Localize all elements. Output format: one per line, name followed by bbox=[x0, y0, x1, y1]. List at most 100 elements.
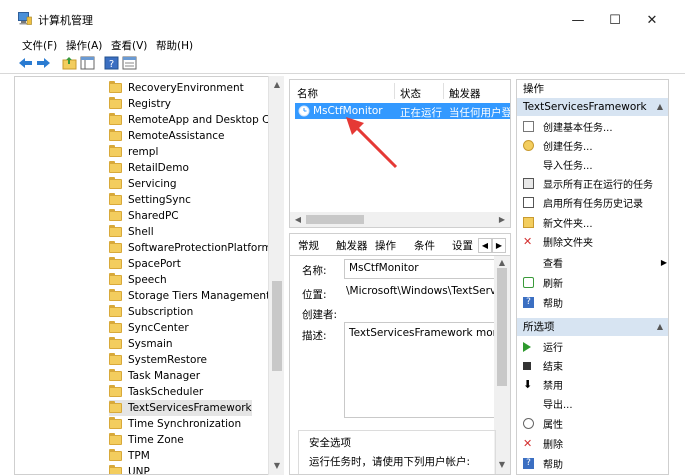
location-label: 位置: bbox=[302, 289, 327, 301]
tab-conditions[interactable]: 条件 bbox=[414, 237, 435, 255]
tab-scroll-right-icon[interactable]: ▶ bbox=[492, 238, 506, 253]
show-hide-tree-icon[interactable] bbox=[80, 56, 95, 70]
tab-actions[interactable]: 操作 bbox=[375, 237, 396, 255]
action-view[interactable]: 查看 ▶ bbox=[523, 254, 667, 271]
menu-view[interactable]: 查看(V) bbox=[111, 38, 147, 53]
tree-item[interactable]: Task Manager bbox=[109, 368, 200, 384]
export-icon bbox=[523, 398, 534, 409]
collapse-icon[interactable]: ▲ bbox=[657, 98, 663, 116]
menu-help[interactable]: 帮助(H) bbox=[156, 38, 193, 53]
properties-icon[interactable] bbox=[122, 56, 137, 70]
tab-divider bbox=[290, 255, 510, 256]
column-header-status[interactable]: 状态 bbox=[400, 86, 421, 101]
tree-item[interactable]: Subscription bbox=[109, 304, 193, 320]
action-delete-folder[interactable]: ✕ 删除文件夹 bbox=[523, 233, 593, 250]
column-separator[interactable] bbox=[443, 83, 444, 99]
tree-item[interactable]: RemoteApp and Desktop Conn bbox=[109, 112, 283, 128]
tree-scrollbar[interactable]: ▲ ▼ bbox=[268, 76, 284, 475]
tree-item[interactable]: Storage Tiers Management bbox=[109, 288, 270, 304]
tree-item[interactable]: Time Zone bbox=[109, 432, 184, 448]
tree-item[interactable]: Shell bbox=[109, 224, 154, 240]
forward-arrow-icon[interactable] bbox=[36, 56, 51, 70]
scroll-thumb[interactable] bbox=[272, 281, 282, 371]
action-label: 帮助 bbox=[543, 299, 563, 310]
toolbar: ? bbox=[0, 53, 685, 74]
action-create-task[interactable]: 创建任务... bbox=[523, 137, 593, 154]
action-run[interactable]: 运行 bbox=[523, 338, 563, 355]
tree-item-selected[interactable]: TextServicesFramework bbox=[109, 400, 252, 416]
tab-triggers[interactable]: 触发器 bbox=[336, 237, 368, 255]
action-end[interactable]: 结束 bbox=[523, 357, 563, 374]
action-new-folder[interactable]: 新文件夹... bbox=[523, 214, 593, 231]
tree-item[interactable]: TaskScheduler bbox=[109, 384, 203, 400]
scroll-left-icon[interactable]: ◀ bbox=[290, 213, 306, 227]
delete-x-icon: ✕ bbox=[523, 437, 533, 450]
tree-item[interactable]: Time Synchronization bbox=[109, 416, 241, 432]
action-import-task[interactable]: 导入任务... bbox=[523, 156, 593, 173]
section-header-folder[interactable]: TextServicesFramework ▲ bbox=[517, 98, 668, 116]
tree-item[interactable]: Speech bbox=[109, 272, 167, 288]
action-help[interactable]: ? 帮助 bbox=[523, 294, 563, 311]
tab-general[interactable]: 常规 bbox=[298, 237, 319, 255]
horizontal-scrollbar[interactable]: ◀ ▶ bbox=[290, 212, 510, 227]
name-field[interactable]: MsCtfMonitor bbox=[344, 259, 496, 279]
action-disable[interactable]: ⬇ 禁用 bbox=[523, 376, 563, 393]
scroll-thumb[interactable] bbox=[497, 268, 507, 386]
action-enable-history[interactable]: 启用所有任务历史记录 bbox=[523, 194, 643, 211]
section-header-selected[interactable]: 所选项 ▲ bbox=[517, 318, 668, 336]
name-label: 名称: bbox=[302, 265, 327, 277]
close-button[interactable]: ✕ bbox=[637, 8, 667, 34]
action-properties[interactable]: 属性 bbox=[523, 415, 563, 432]
tree-item-label: Speech bbox=[128, 274, 167, 286]
column-separator[interactable] bbox=[394, 83, 395, 99]
tab-scroll-left-icon[interactable]: ◀ bbox=[478, 238, 492, 253]
action-show-running[interactable]: 显示所有正在运行的任务 bbox=[523, 175, 653, 192]
menu-file[interactable]: 文件(F) bbox=[22, 38, 57, 53]
folder-icon bbox=[109, 81, 122, 93]
scroll-thumb[interactable] bbox=[306, 215, 364, 224]
action-delete[interactable]: ✕ 删除 bbox=[523, 435, 563, 452]
action-export[interactable]: 导出... bbox=[523, 395, 573, 412]
scroll-down-icon[interactable]: ▼ bbox=[494, 458, 510, 472]
tree-item[interactable]: RetailDemo bbox=[109, 160, 189, 176]
tab-settings[interactable]: 设置 bbox=[452, 237, 473, 255]
action-refresh[interactable]: 刷新 bbox=[523, 274, 563, 291]
action-label: 显示所有正在运行的任务 bbox=[543, 180, 653, 191]
tree-item[interactable]: Registry bbox=[109, 96, 171, 112]
description-field[interactable]: TextServicesFramework monito bbox=[344, 322, 496, 418]
tree-item[interactable]: SoftwareProtectionPlatform bbox=[109, 240, 272, 256]
action-label: 刷新 bbox=[543, 279, 563, 290]
details-scrollbar[interactable]: ▲ ▼ bbox=[494, 256, 510, 474]
tree-item[interactable]: rempl bbox=[109, 144, 158, 160]
scroll-down-icon[interactable]: ▼ bbox=[269, 459, 285, 473]
tree-item-label: Registry bbox=[128, 98, 171, 110]
properties-clock-icon bbox=[523, 418, 534, 429]
collapse-icon[interactable]: ▲ bbox=[657, 318, 663, 336]
action-label: 运行 bbox=[543, 343, 563, 354]
help-icon[interactable]: ? bbox=[104, 56, 119, 70]
tree-item[interactable]: SettingSync bbox=[109, 192, 191, 208]
tree-item[interactable]: Servicing bbox=[109, 176, 177, 192]
menu-action[interactable]: 操作(A) bbox=[66, 38, 102, 53]
tree-item[interactable]: RecoveryEnvironment bbox=[109, 80, 244, 96]
tree-item[interactable]: RemoteAssistance bbox=[109, 128, 224, 144]
column-header-trigger[interactable]: 触发器 bbox=[449, 86, 481, 101]
tree-item[interactable]: Sysmain bbox=[109, 336, 173, 352]
action-create-basic-task[interactable]: 创建基本任务... bbox=[523, 118, 613, 135]
up-folder-icon[interactable] bbox=[62, 56, 77, 70]
column-header-name[interactable]: 名称 bbox=[297, 86, 318, 101]
task-row-selected[interactable]: MsCtfMonitor 正在运行 当任何用户登录 bbox=[295, 103, 510, 119]
maximize-button[interactable]: ☐ bbox=[600, 8, 630, 34]
action-help-selected[interactable]: ? 帮助 bbox=[523, 455, 563, 472]
tree-item[interactable]: SyncCenter bbox=[109, 320, 189, 336]
tree-item[interactable]: SpacePort bbox=[109, 256, 181, 272]
scroll-up-icon[interactable]: ▲ bbox=[269, 78, 285, 92]
scroll-right-icon[interactable]: ▶ bbox=[494, 213, 510, 227]
tree-item[interactable]: UNP bbox=[109, 464, 150, 474]
back-arrow-icon[interactable] bbox=[18, 56, 33, 70]
tree-item[interactable]: SystemRestore bbox=[109, 352, 207, 368]
minimize-button[interactable]: — bbox=[563, 8, 593, 34]
tree-item[interactable]: TPM bbox=[109, 448, 150, 464]
folder-icon bbox=[109, 177, 122, 189]
tree-item[interactable]: SharedPC bbox=[109, 208, 179, 224]
